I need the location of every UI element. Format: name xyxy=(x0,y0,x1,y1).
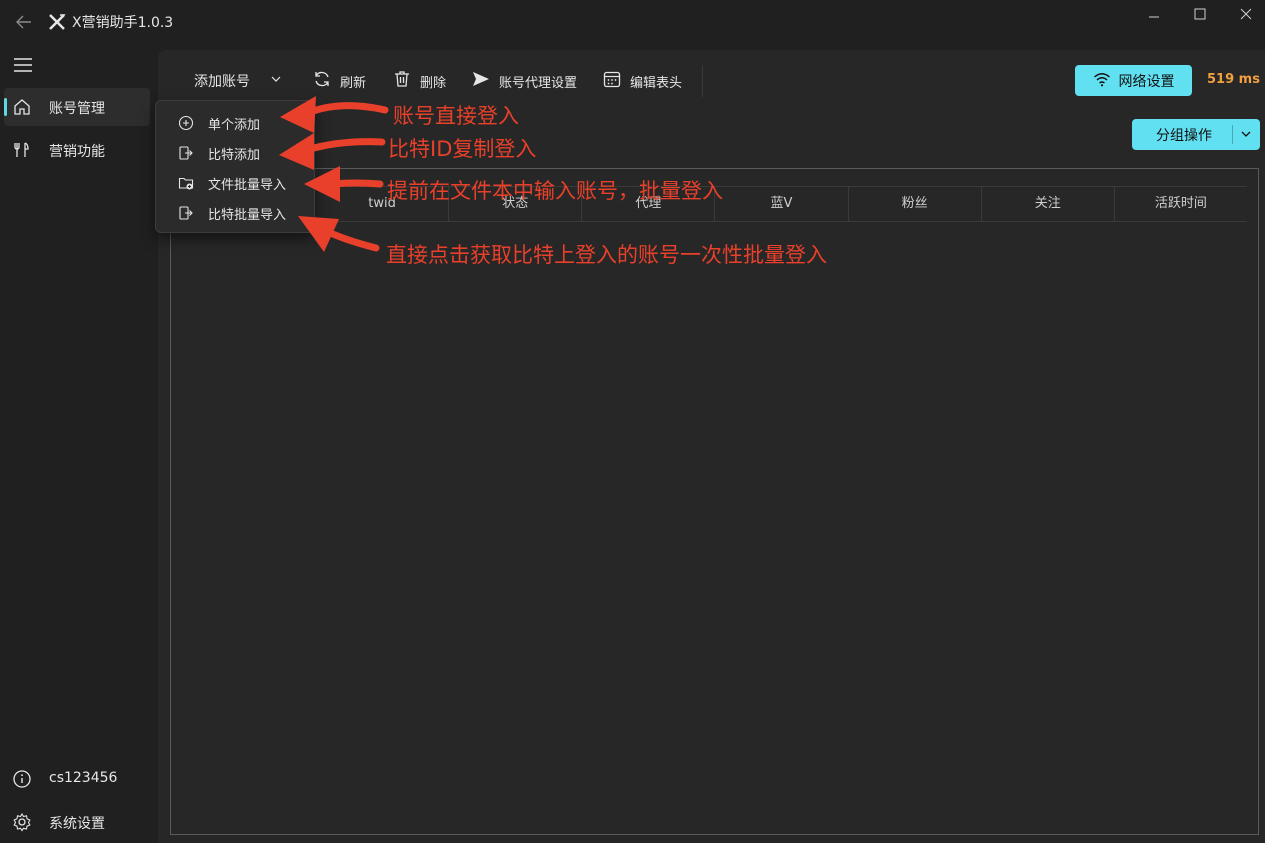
menu-item-label: 比特添加 xyxy=(208,148,261,163)
send-icon xyxy=(471,69,491,93)
sidebar: 账号管理 营销功能 cs123456 系统设置 xyxy=(0,44,158,843)
column-header-following[interactable]: 关注 xyxy=(980,187,1114,221)
network-settings-label: 网络设置 xyxy=(1118,73,1175,90)
app-title: X营销助手1.0.3 xyxy=(72,15,174,31)
info-icon xyxy=(12,769,32,789)
sidebar-item-label: 系统设置 xyxy=(49,816,105,832)
group-operations-button[interactable]: 分组操作 xyxy=(1132,119,1260,150)
annotation-text: 账号直接登入 xyxy=(393,104,519,128)
proxy-settings-button[interactable]: 账号代理设置 xyxy=(471,66,577,96)
maximize-button[interactable] xyxy=(1177,4,1223,36)
edit-header-label: 编辑表头 xyxy=(630,75,683,91)
menu-icon[interactable] xyxy=(12,56,34,74)
group-operations-label: 分组操作 xyxy=(1156,128,1212,144)
network-settings-button[interactable]: 网络设置 xyxy=(1075,65,1192,96)
sidebar-item-account-info[interactable]: cs123456 xyxy=(4,760,150,798)
annotation-text: 直接点击获取比特上登入的账号一次性批量登入 xyxy=(386,243,827,267)
split-divider xyxy=(1232,125,1233,144)
column-header-active-time[interactable]: 活跃时间 xyxy=(1113,187,1247,221)
close-button[interactable] xyxy=(1223,4,1265,36)
menu-item-file-batch-import[interactable]: 文件批量导入 xyxy=(156,168,314,198)
home-icon xyxy=(12,97,32,117)
refresh-icon xyxy=(312,69,332,93)
delete-button[interactable]: 删除 xyxy=(392,66,446,96)
sidebar-item-marketing[interactable]: 营销功能 xyxy=(4,131,150,169)
trash-icon xyxy=(392,69,412,93)
menu-item-label: 比特批量导入 xyxy=(208,208,287,223)
column-header-followers[interactable]: 粉丝 xyxy=(847,187,981,221)
add-account-dropdown: 单个添加 比特添加 文件批量导入 比特批量导入 xyxy=(155,100,315,233)
wifi-icon xyxy=(1093,71,1111,91)
sidebar-item-label: 账号管理 xyxy=(49,101,105,117)
plus-circle-icon xyxy=(178,115,194,131)
x-logo-icon xyxy=(48,13,66,31)
sidebar-item-settings[interactable]: 系统设置 xyxy=(4,803,150,841)
add-account-label: 添加账号 xyxy=(194,74,250,90)
title-bar: X营销助手1.0.3 xyxy=(0,0,1265,44)
menu-item-label: 单个添加 xyxy=(208,118,261,133)
folder-add-icon xyxy=(178,175,194,191)
minimize-button[interactable] xyxy=(1131,4,1177,36)
edit-header-button[interactable]: 编辑表头 xyxy=(602,66,682,96)
tools-icon xyxy=(12,140,32,160)
main-panel: 添加账号 刷新 删除 账号代理设置 编辑表头 网络设置 519 ms 分组操作 … xyxy=(158,50,1265,843)
add-account-button[interactable]: 添加账号 xyxy=(194,66,282,96)
chevron-down-icon[interactable] xyxy=(1240,128,1252,140)
login-icon xyxy=(178,145,194,161)
login-icon xyxy=(178,205,194,221)
annotation-text: 比特ID复制登入 xyxy=(388,137,537,161)
menu-item-bit-add[interactable]: 比特添加 xyxy=(156,138,314,168)
back-arrow-icon[interactable] xyxy=(12,10,36,34)
menu-item-bit-batch-import[interactable]: 比特批量导入 xyxy=(156,198,314,228)
refresh-button[interactable]: 刷新 xyxy=(312,66,366,96)
delete-label: 删除 xyxy=(420,75,447,91)
annotation-text: 提前在文件本中输入账号，批量登入 xyxy=(387,179,723,203)
latency-readout: 519 ms xyxy=(1207,72,1260,87)
sidebar-item-account-management[interactable]: 账号管理 xyxy=(4,88,150,126)
toolbar-divider xyxy=(702,65,703,97)
sidebar-item-label: 营销功能 xyxy=(49,144,105,160)
proxy-settings-label: 账号代理设置 xyxy=(499,75,578,91)
active-indicator xyxy=(4,98,7,116)
refresh-label: 刷新 xyxy=(340,75,367,91)
menu-item-single-add[interactable]: 单个添加 xyxy=(156,108,314,138)
menu-item-label: 文件批量导入 xyxy=(208,178,287,193)
username-label: cs123456 xyxy=(49,770,118,786)
chevron-down-icon xyxy=(270,73,282,89)
calendar-icon xyxy=(602,69,622,93)
gear-icon xyxy=(12,812,32,832)
column-header-verified[interactable]: 蓝V xyxy=(714,187,847,221)
